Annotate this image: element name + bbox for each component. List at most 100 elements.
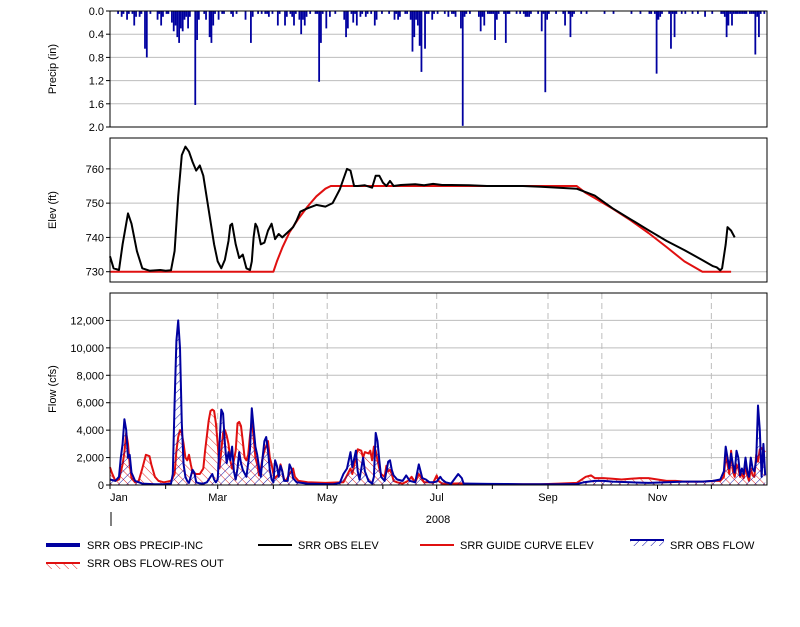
flow-panel: 0 2,000 4,000 6,000 8,000 10,000 12,000 Flow (… [47, 292, 768, 526]
precip-bar [399, 11, 401, 17]
precip-bar [373, 11, 376, 26]
precip-bar [160, 11, 163, 26]
elev-ytick-label: 750 [86, 198, 104, 210]
flow-ytick-label: 4,000 [76, 425, 104, 437]
precip-bar [302, 11, 304, 20]
precip-bar [409, 11, 412, 20]
flow-ytick-label: 2,000 [76, 453, 104, 465]
precip-bar [504, 11, 507, 43]
precip-ytick-label: 0.0 [89, 6, 104, 18]
precip-bar [293, 11, 295, 26]
precip-bar [345, 11, 347, 38]
x-tick-label: Jan [110, 492, 128, 504]
precip-bar [479, 11, 482, 32]
precip-bar [528, 11, 531, 17]
precip-frame [109, 10, 768, 128]
precip-bar [564, 11, 566, 26]
precip-bar [411, 11, 414, 52]
precip-bar [176, 11, 179, 38]
flow-ytick-label: 10,000 [70, 343, 104, 355]
precip-bar [524, 11, 527, 17]
precip-ytick-label: 1.2 [89, 76, 104, 88]
precip-bar [284, 11, 286, 26]
precip-bar [569, 11, 572, 38]
precip-panel: 0.0 0.4 0.8 1.2 1.6 2.0 Precip (in) [47, 6, 768, 134]
elev-ytick-label: 730 [86, 267, 104, 279]
precip-bar [172, 11, 175, 32]
precip-bar [188, 11, 191, 17]
precip-bar [156, 11, 159, 20]
precip-bar [483, 11, 486, 26]
precip-bar [415, 11, 417, 20]
x-axis-year-label: 2008 [426, 514, 450, 526]
legend: SRR OBS PRECIP-INC SRR OBS ELEV SRR GUID… [46, 539, 755, 570]
x-tick-label: Nov [648, 492, 668, 504]
precip-bar [723, 11, 726, 17]
legend-item-obs-flow: SRR OBS FLOW [630, 539, 755, 552]
precip-bar [571, 11, 574, 17]
precip-bar [343, 11, 346, 20]
precip-bar [756, 11, 759, 17]
precip-bar [477, 11, 480, 17]
precip-bar [291, 11, 294, 17]
precip-bar [725, 11, 728, 38]
precip-bar [754, 11, 757, 55]
precip-bar [276, 11, 279, 26]
precip-bar [540, 11, 543, 32]
flow-ytick-label: 12,000 [70, 315, 104, 327]
precip-bar [181, 11, 184, 32]
hydrograph-chart: 0.0 0.4 0.8 1.2 1.6 2.0 Precip (in) 730 740 750… [46, 6, 768, 570]
flow-ylabel: Flow (cfs) [47, 365, 59, 413]
precip-bar [659, 11, 662, 17]
precip-bar [494, 11, 496, 40]
legend-item-precip: SRR OBS PRECIP-INC [46, 540, 203, 552]
precip-bar [544, 11, 547, 93]
precip-bar [205, 11, 207, 20]
x-tick-label: Jul [430, 492, 444, 504]
precip-bar [704, 11, 706, 17]
precip-bar [346, 11, 349, 29]
precip-bar [393, 11, 396, 20]
precip-bar [285, 11, 288, 17]
elev-panel: 730 740 750 760 Elev (ft) [47, 137, 768, 283]
elev-ytick-label: 760 [86, 164, 104, 176]
precip-bar [303, 11, 306, 26]
legend-label-precip: SRR OBS PRECIP-INC [87, 540, 203, 552]
precip-ytick-label: 1.6 [89, 99, 104, 111]
precip-bar [420, 11, 423, 72]
precip-bar [325, 11, 328, 29]
precip-bar [208, 11, 211, 38]
precip-bar [120, 11, 123, 17]
precip-bar [670, 11, 672, 49]
precip-bar [424, 11, 426, 49]
precip-bar [758, 11, 760, 38]
precip-bar [463, 11, 466, 17]
precip-bar [461, 11, 464, 126]
precip-bar [267, 11, 270, 17]
precip-bar [375, 11, 378, 20]
legend-label-guide-curve: SRR GUIDE CURVE ELEV [460, 540, 594, 552]
precip-bar [460, 11, 462, 29]
x-tick-label: Mar [208, 492, 227, 504]
precip-bar [138, 11, 141, 17]
x-tick-label: Sep [538, 492, 558, 504]
precip-bar [731, 11, 733, 26]
precip-bar [359, 11, 362, 17]
precip-bar [418, 11, 421, 46]
precip-bar [481, 11, 484, 17]
precip-bar [162, 11, 164, 17]
elev-ylabel: Elev (ft) [47, 191, 59, 229]
precip-bar [133, 11, 136, 26]
precip-ytick-label: 0.4 [89, 29, 104, 41]
precip-bar [145, 11, 148, 58]
precip-bar [447, 11, 450, 17]
precip-bar [454, 11, 457, 17]
legend-item-obs-elev: SRR OBS ELEV [258, 540, 379, 552]
precip-bar [727, 11, 730, 26]
flow-ytick-label: 6,000 [76, 398, 104, 410]
legend-label-obs-elev: SRR OBS ELEV [298, 540, 379, 552]
precip-bar [126, 11, 128, 20]
flow-ytick-label: 0 [98, 480, 104, 492]
precip-bar [298, 11, 301, 20]
precip-bar [250, 11, 252, 43]
